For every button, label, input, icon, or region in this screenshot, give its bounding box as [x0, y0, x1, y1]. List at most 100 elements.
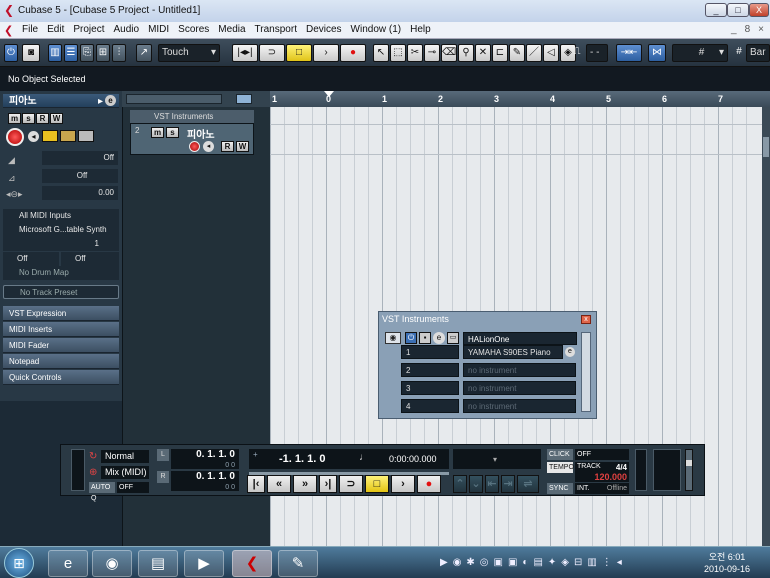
range-selection-tool[interactable]: ⬚ — [390, 44, 406, 62]
snap-to-zero-button[interactable]: ⋈ — [648, 44, 666, 62]
vst-header-instrument[interactable]: HALionOne — [463, 332, 577, 345]
menu-devices[interactable]: Devices — [306, 24, 342, 35]
drum-map-select[interactable]: No Drum Map — [3, 266, 119, 280]
transport-stop-button[interactable]: □ — [365, 475, 389, 493]
vst-window-scrollbar[interactable] — [581, 332, 591, 412]
marker-prev-button[interactable]: ⌃ — [453, 475, 467, 493]
secondary-time-display[interactable]: 0:00:00.000 — [389, 454, 437, 464]
record-enable-button[interactable] — [6, 128, 24, 146]
track-write-button[interactable]: W — [236, 141, 249, 152]
track-mute-button[interactable]: m — [151, 127, 164, 138]
line-tool[interactable]: ／ — [526, 44, 542, 62]
click-value[interactable]: OFF — [575, 449, 629, 460]
left-locator-field[interactable]: 0. 1. 1. 0 0 0 — [171, 449, 239, 469]
media-player-icon[interactable]: ▶ — [184, 550, 224, 577]
marker-next-button[interactable]: ⌄ — [469, 475, 483, 493]
right-locator-label[interactable]: R — [157, 471, 169, 483]
ruler[interactable]: 1 0 1 2 3 4 5 6 7 — [270, 91, 770, 107]
close-button[interactable]: X — [749, 3, 769, 17]
track-monitor-icon[interactable]: ◂ — [203, 141, 214, 152]
record-mode-normal[interactable]: Normal — [101, 450, 149, 463]
menu-audio[interactable]: Audio — [113, 24, 139, 35]
sync-button[interactable]: SYNC — [547, 483, 573, 494]
auto-quantize-value[interactable]: OFF — [117, 482, 149, 493]
menu-window[interactable]: Window (1) — [351, 24, 402, 35]
section-midi-fader[interactable]: MIDI Fader — [3, 338, 119, 353]
automation-mode-select[interactable]: Touch ▾ — [158, 44, 220, 62]
monitor-icon[interactable]: ◂ — [28, 131, 39, 142]
click-button[interactable]: CLICK — [547, 449, 573, 460]
vst-slot-instrument[interactable]: no instrument — [463, 363, 576, 377]
activate-project-button[interactable]: ⏻ — [4, 44, 18, 62]
go-to-start-button[interactable]: |◂▸| — [232, 44, 258, 62]
power-icon[interactable]: ⏻ — [405, 332, 417, 344]
zoom-tool[interactable]: ⚲ — [458, 44, 474, 62]
midi-channel-select[interactable]: 1 — [3, 237, 119, 251]
menu-media[interactable]: Media — [218, 24, 245, 35]
menu-file[interactable]: File — [22, 24, 38, 35]
sync-display[interactable]: INT. Offline — [575, 483, 629, 494]
open-mixer-button[interactable]: ⫶ — [112, 44, 126, 62]
output-routing-select[interactable]: Microsoft G...table Synth — [3, 223, 119, 237]
inspector-solo-button[interactable]: s — [22, 113, 35, 124]
tempo-button[interactable]: TEMPO — [547, 462, 574, 473]
marker-display[interactable]: ▾ — [453, 449, 541, 469]
position-display[interactable]: + -1. 1. 1. 0 ♩ 0:00:00.000 — [249, 449, 449, 469]
section-midi-inserts[interactable]: MIDI Inserts — [3, 322, 119, 337]
transport-play-button[interactable]: › — [391, 475, 415, 493]
vst-slot-instrument[interactable]: no instrument — [463, 399, 576, 413]
program-select[interactable]: Off — [61, 252, 119, 266]
internet-explorer-icon[interactable]: e — [48, 550, 88, 577]
tempo-display[interactable]: TRACK 4/4 120.000 — [575, 462, 629, 482]
doc-restore-button[interactable]: 8 — [745, 24, 751, 35]
firefox-icon[interactable]: ◉ — [92, 550, 132, 577]
master-level-fader[interactable] — [685, 449, 693, 491]
transport-rewind-button[interactable]: « — [267, 475, 291, 493]
folder-icon[interactable] — [60, 130, 76, 142]
section-notepad[interactable]: Notepad — [3, 354, 119, 369]
transport-cycle-button[interactable]: ⊃ — [339, 475, 363, 493]
maximize-button[interactable]: □ — [727, 3, 749, 17]
show-inspector-button[interactable]: ▥ — [48, 44, 62, 62]
grid-value-select[interactable]: Bar — [746, 44, 770, 62]
minimize-button[interactable]: _ — [705, 3, 727, 17]
bank-select[interactable]: Off — [3, 252, 59, 266]
grid-type-select[interactable]: # ▾ — [672, 44, 728, 62]
mute-tool[interactable]: ✕ — [475, 44, 491, 62]
track-list-toolbar[interactable] — [126, 94, 222, 104]
input-routing-select[interactable]: All MIDI Inputs — [3, 209, 119, 223]
inspector-write-button[interactable]: W — [50, 113, 63, 124]
vst-slot-number[interactable]: 2 — [401, 363, 459, 377]
section-quick-controls[interactable]: Quick Controls — [3, 370, 119, 385]
track-row[interactable]: 2 m s 피아노 ◂ R W — [130, 123, 254, 155]
glue-tool[interactable]: ⊸ — [424, 44, 440, 62]
stop-button[interactable]: □ — [286, 44, 312, 62]
transport-go-start-button[interactable]: |‹ — [247, 475, 265, 493]
inspector-track-header[interactable]: 피아노 ▸ e — [3, 94, 119, 108]
play-button[interactable]: › — [313, 44, 339, 62]
track-read-button[interactable]: R — [221, 141, 234, 152]
inspector-read-button[interactable]: R — [36, 113, 49, 124]
menu-edit[interactable]: Edit — [47, 24, 64, 35]
object-selection-tool[interactable]: ↖ — [373, 44, 389, 62]
track-solo-button[interactable]: s — [166, 127, 179, 138]
transport-record-button[interactable]: ● — [417, 475, 441, 493]
vst-slot-instrument[interactable]: YAMAHA S90ES Piano — [463, 345, 563, 359]
bypass-icon[interactable]: ▪ — [419, 332, 431, 344]
record-button[interactable]: ● — [340, 44, 366, 62]
draw-tool[interactable]: ✎ — [509, 44, 525, 62]
right-locator-field[interactable]: 0. 1. 1. 0 0 0 — [171, 471, 239, 491]
punch-out-button[interactable]: ⇥ — [501, 475, 515, 493]
left-locator-label[interactable]: L — [157, 449, 169, 461]
lane-icon[interactable] — [78, 130, 94, 142]
track-list-settings-button[interactable] — [236, 94, 252, 104]
menu-midi[interactable]: MIDI — [148, 24, 169, 35]
system-tray-icons[interactable]: ▶◉✱◎▣▣◐▤✦◈⊟▥⋮◂ — [440, 557, 627, 568]
vst-slot-number[interactable]: 1 — [401, 345, 459, 359]
snap-toggle-button[interactable]: ⇥⇤ — [616, 44, 642, 62]
playhead-marker[interactable] — [324, 91, 334, 97]
slot-edit-icon[interactable]: e — [565, 347, 575, 357]
transport-go-end-button[interactable]: ›| — [319, 475, 337, 493]
track-preset-select[interactable]: No Track Preset — [3, 285, 119, 299]
transport-forward-button[interactable]: » — [293, 475, 317, 493]
